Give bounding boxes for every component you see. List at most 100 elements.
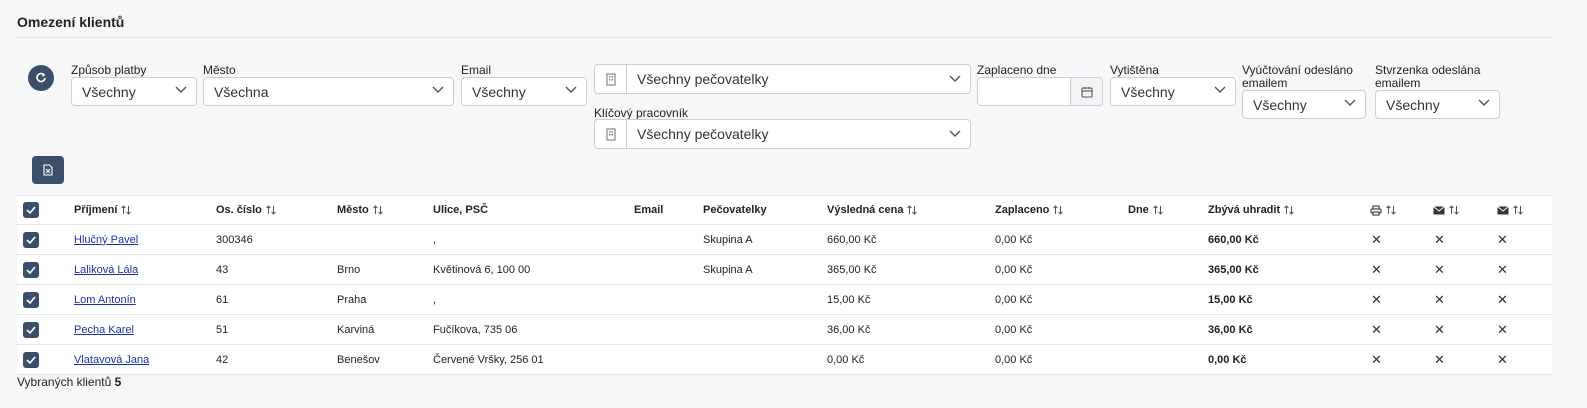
- sort-icon[interactable]: [906, 204, 918, 216]
- col-street-label: Ulice, PSČ: [433, 204, 489, 216]
- col-paid[interactable]: Zaplaceno: [995, 196, 1064, 224]
- selected-clients-summary: Vybraných klientů 5: [17, 375, 121, 389]
- caregivers-cell: Skupina A: [703, 233, 753, 246]
- col-billing-sent[interactable]: [1433, 196, 1460, 224]
- remaining-cell: 0,00 Kč: [1208, 353, 1247, 366]
- building-icon: [595, 120, 627, 148]
- col-remaining-label: Zbývá uhradit: [1208, 204, 1281, 216]
- col-caregivers: Pečovatelky: [703, 196, 767, 224]
- check-icon: [26, 325, 36, 334]
- caregivers-value: Všechny pečovatelky: [637, 71, 769, 87]
- printed-select[interactable]: Všechny: [1110, 77, 1236, 106]
- client-name-link[interactable]: Lom Antonín: [74, 294, 136, 306]
- billing-sent-select[interactable]: Všechny: [1242, 90, 1366, 119]
- col-street: Ulice, PSČ: [433, 196, 488, 224]
- export-excel-button[interactable]: [32, 156, 64, 184]
- sort-icon[interactable]: [1283, 204, 1295, 216]
- email-value: Všechny: [472, 83, 526, 100]
- col-email-label: Email: [634, 204, 664, 216]
- col-caregivers-label: Pečovatelky: [703, 204, 767, 216]
- client-name-link[interactable]: Laliková Lála: [74, 264, 138, 276]
- city-cell: Benešov: [337, 353, 380, 366]
- city-cell: Praha: [337, 293, 367, 306]
- client-name-link[interactable]: Pecha Karel: [74, 324, 134, 336]
- refresh-button[interactable]: [28, 65, 54, 91]
- sort-icon[interactable]: [1052, 204, 1064, 216]
- city-select[interactable]: Všechna: [203, 77, 454, 106]
- printed-status-icon: ✕: [1371, 321, 1382, 337]
- sort-icon[interactable]: [265, 204, 277, 216]
- receipt-sent-label-line2: emailem: [1375, 76, 1421, 90]
- chevron-down-icon: [175, 86, 187, 93]
- select-all-checkbox[interactable]: [23, 202, 39, 218]
- payment-method-label: Způsob platby: [71, 63, 147, 77]
- row-checkbox[interactable]: [23, 231, 39, 248]
- printer-icon: [1370, 204, 1382, 216]
- paid-cell: 0,00 Kč: [995, 323, 1033, 336]
- calendar-icon[interactable]: [1070, 78, 1102, 105]
- receipt-sent-select[interactable]: Všechny: [1375, 90, 1500, 119]
- receipt-sent-status-icon: ✕: [1497, 231, 1508, 247]
- col-city[interactable]: Město: [337, 196, 384, 224]
- billing-sent-status-icon: ✕: [1434, 261, 1445, 277]
- col-remaining[interactable]: Zbývá uhradit: [1208, 196, 1295, 224]
- chevron-down-icon: [432, 86, 444, 93]
- printed-status-icon: ✕: [1371, 351, 1382, 367]
- col-printed[interactable]: [1370, 196, 1397, 224]
- col-surname[interactable]: Příjmení: [74, 196, 132, 224]
- selected-clients-count: 5: [114, 375, 122, 389]
- check-icon: [26, 295, 36, 304]
- billing-sent-status-icon: ✕: [1434, 321, 1445, 337]
- caregivers-cell: Skupina A: [703, 263, 753, 276]
- paid-date-input[interactable]: [977, 77, 1103, 106]
- sort-icon[interactable]: [1152, 204, 1164, 216]
- client-name-link[interactable]: Hlučný Pavel: [74, 234, 138, 246]
- sort-icon[interactable]: [1385, 204, 1397, 216]
- printed-status-icon: ✕: [1371, 291, 1382, 307]
- sort-icon[interactable]: [120, 204, 132, 216]
- building-icon: [595, 65, 627, 93]
- row-checkbox[interactable]: [23, 321, 39, 338]
- table-row: Lom Antonín 61 Praha , 15,00 Kč 0,00 Kč …: [17, 285, 1552, 315]
- sort-icon[interactable]: [1512, 204, 1524, 216]
- col-email: Email: [634, 196, 663, 224]
- billing-sent-status-icon: ✕: [1434, 351, 1445, 367]
- paid-cell: 0,00 Kč: [995, 293, 1033, 306]
- remaining-cell: 15,00 Kč: [1208, 293, 1253, 306]
- city-label: Město: [203, 63, 236, 77]
- table-row: Laliková Lála 43 Brno Květinová 6, 100 0…: [17, 255, 1552, 285]
- col-final-price[interactable]: Výsledná cena: [827, 196, 918, 224]
- col-receipt-sent[interactable]: [1497, 196, 1524, 224]
- personal-number-cell: 61: [216, 293, 229, 306]
- city-cell: Brno: [337, 263, 361, 276]
- client-name-link[interactable]: Vlatavová Jana: [74, 354, 149, 366]
- row-checkbox[interactable]: [23, 261, 39, 278]
- chevron-down-icon: [1478, 99, 1490, 106]
- payment-method-select[interactable]: Všechny: [71, 77, 197, 106]
- sort-icon[interactable]: [1448, 204, 1460, 216]
- final-price-cell: 660,00 Kč: [827, 233, 877, 246]
- chevron-down-icon: [1344, 99, 1356, 106]
- page-title: Omezení klientů: [17, 14, 125, 30]
- caregivers-select[interactable]: Všechny pečovatelky: [594, 64, 971, 94]
- row-checkbox[interactable]: [23, 291, 39, 308]
- city-value: Všechna: [214, 83, 269, 100]
- email-label: Email: [461, 63, 492, 77]
- check-icon: [26, 206, 36, 214]
- email-select[interactable]: Všechny: [461, 77, 587, 106]
- col-date[interactable]: Dne: [1128, 196, 1164, 224]
- key-worker-select[interactable]: Všechny pečovatelky: [594, 119, 971, 149]
- table-header-row: Příjmení Os. číslo Město Ulice, PSČ Emai…: [17, 195, 1552, 225]
- row-checkbox[interactable]: [23, 351, 39, 368]
- sort-icon[interactable]: [372, 204, 384, 216]
- city-cell: Karviná: [337, 323, 375, 336]
- col-personal-number[interactable]: Os. číslo: [216, 196, 277, 224]
- refresh-icon: [36, 72, 46, 83]
- col-personal-number-label: Os. číslo: [216, 204, 262, 216]
- col-surname-label: Příjmení: [74, 204, 118, 216]
- col-final-price-label: Výsledná cena: [827, 204, 904, 216]
- personal-number-cell: 51: [216, 323, 229, 336]
- street-cell: Květinová 6, 100 00: [433, 263, 531, 276]
- paid-date-value[interactable]: [978, 78, 1070, 105]
- title-divider: [17, 37, 1552, 38]
